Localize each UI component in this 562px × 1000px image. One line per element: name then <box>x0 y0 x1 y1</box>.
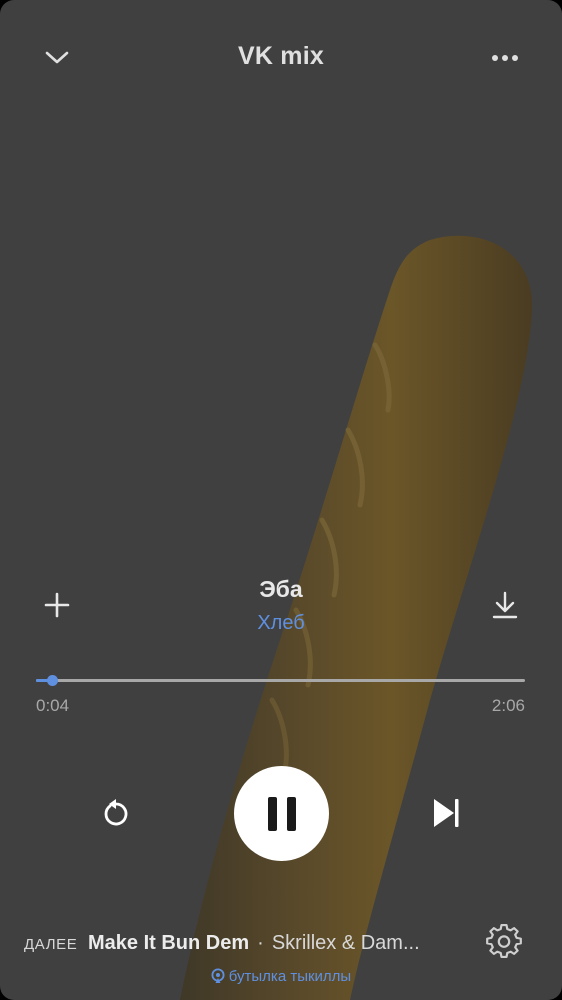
more-horizontal-icon <box>492 55 518 61</box>
up-next-track-title: Make It Bun Dem <box>88 932 250 954</box>
broadcast-link[interactable]: бутылка тыкиллы <box>0 968 562 985</box>
next-track-button[interactable] <box>423 790 469 836</box>
repeat-icon <box>104 799 128 826</box>
time-total: 2:06 <box>491 696 525 715</box>
repeat-button[interactable] <box>93 790 139 836</box>
time-current: 0:04 <box>36 696 70 715</box>
download-icon <box>492 591 518 619</box>
page-title: VK mix <box>238 42 324 70</box>
broadcast-icon <box>211 968 225 983</box>
up-next-track[interactable]: Make It Bun Dem · Skrillex & Dam... <box>88 932 450 955</box>
track-artist-row: Хлеб <box>0 612 562 635</box>
track-artist-link[interactable]: Хлеб <box>257 612 304 634</box>
gear-icon <box>486 924 522 959</box>
download-button[interactable] <box>482 582 528 628</box>
up-next-artist: Skrillex & Dam... <box>271 932 420 954</box>
up-next-label: ДАЛЕЕ <box>24 936 78 953</box>
broadcast-label: бутылка тыкиллы <box>228 968 352 985</box>
progress-slider[interactable] <box>36 672 525 690</box>
progress-thumb[interactable] <box>46 675 58 686</box>
track-title: Эба <box>259 576 303 602</box>
skip-next-icon <box>434 799 459 827</box>
pause-icon <box>267 796 296 831</box>
progress-track <box>36 679 525 682</box>
more-button[interactable] <box>483 36 527 80</box>
up-next-separator: · <box>257 932 264 954</box>
settings-button[interactable] <box>484 922 524 962</box>
pause-button[interactable] <box>234 766 329 861</box>
player-screen: VK mix Эба Хлеб 0:04 2:06 ДАЛЕЕ Make It … <box>0 0 562 1000</box>
